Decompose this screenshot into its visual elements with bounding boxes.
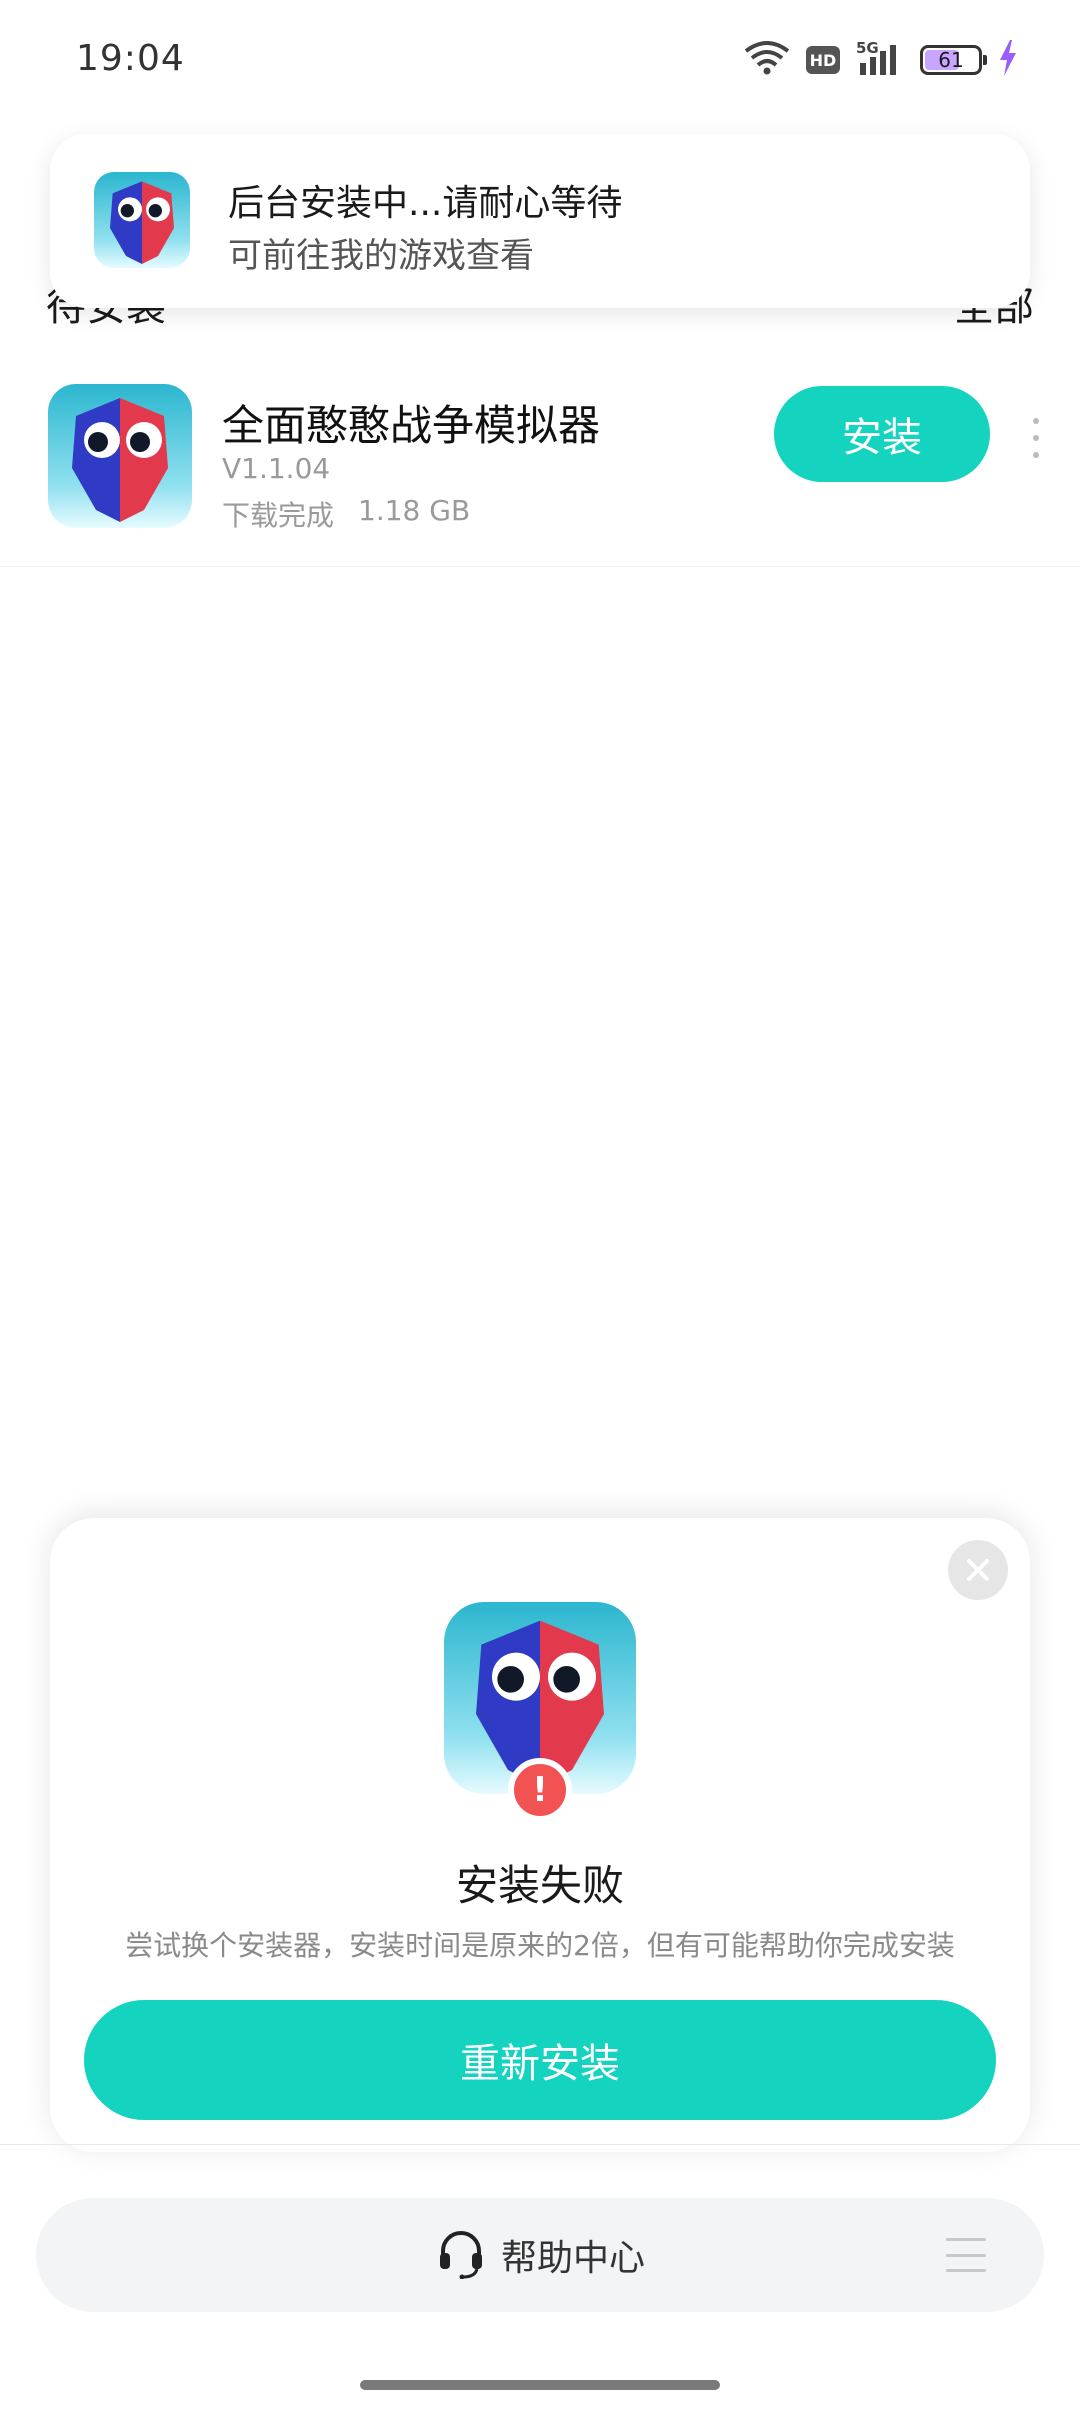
app-name: 全面憨憨战争模拟器 xyxy=(222,401,601,450)
signal-icon: 5G xyxy=(856,39,904,77)
app-version: V1.1.04 xyxy=(222,452,331,485)
close-icon[interactable] xyxy=(948,1540,1008,1600)
app-status-line: 下载完成 1.18 GB xyxy=(222,494,470,534)
install-button[interactable]: 安装 xyxy=(774,386,990,482)
download-list-item[interactable]: 全面憨憨战争模拟器 V1.1.04 下载完成 1.18 GB 安装 xyxy=(0,370,1080,567)
download-status: 下载完成 xyxy=(222,499,335,532)
battery-icon: 61 xyxy=(920,45,987,75)
dialog-description: 尝试换个安装器，安装时间是原来的2倍，但有可能帮助你完成安装 xyxy=(125,1929,955,1962)
dialog-app-icon-wrap: ! xyxy=(444,1602,636,1822)
install-toast: 后台安装中...请耐心等待 可前往我的游戏查看 xyxy=(50,134,1030,308)
toast-subtitle: 可前往我的游戏查看 xyxy=(228,236,534,276)
headset-icon xyxy=(435,2227,487,2283)
toast-app-icon xyxy=(94,172,190,268)
status-bar: 19:04 HD 5G 61 xyxy=(0,0,1080,120)
app-icon xyxy=(48,384,192,528)
wifi-icon xyxy=(744,41,790,79)
menu-icon[interactable] xyxy=(946,2238,986,2272)
help-center-button[interactable]: 帮助中心 xyxy=(36,2198,1044,2312)
help-bar: 帮助中心 xyxy=(36,2198,1044,2312)
dialog-title: 安装失败 xyxy=(455,1861,624,1910)
app-size: 1.18 GB xyxy=(358,494,471,527)
home-indicator[interactable] xyxy=(360,2380,720,2390)
error-badge-icon: ! xyxy=(508,1758,572,1822)
battery-level: 61 xyxy=(938,48,964,72)
hd-badge: HD xyxy=(806,46,840,74)
bottom-divider xyxy=(0,2144,1080,2145)
reinstall-button[interactable]: 重新安装 xyxy=(84,2000,996,2120)
more-vertical-icon[interactable] xyxy=(1028,418,1044,458)
install-failed-dialog: ! 安装失败 尝试换个安装器，安装时间是原来的2倍，但有可能帮助你完成安装 重新… xyxy=(50,1518,1030,2152)
status-icons: HD 5G 61 xyxy=(744,39,1018,80)
status-time: 19:04 xyxy=(76,38,185,79)
toast-title: 后台安装中...请耐心等待 xyxy=(228,183,623,224)
help-center-label: 帮助中心 xyxy=(500,2238,645,2279)
charging-bolt-icon xyxy=(998,40,1018,80)
